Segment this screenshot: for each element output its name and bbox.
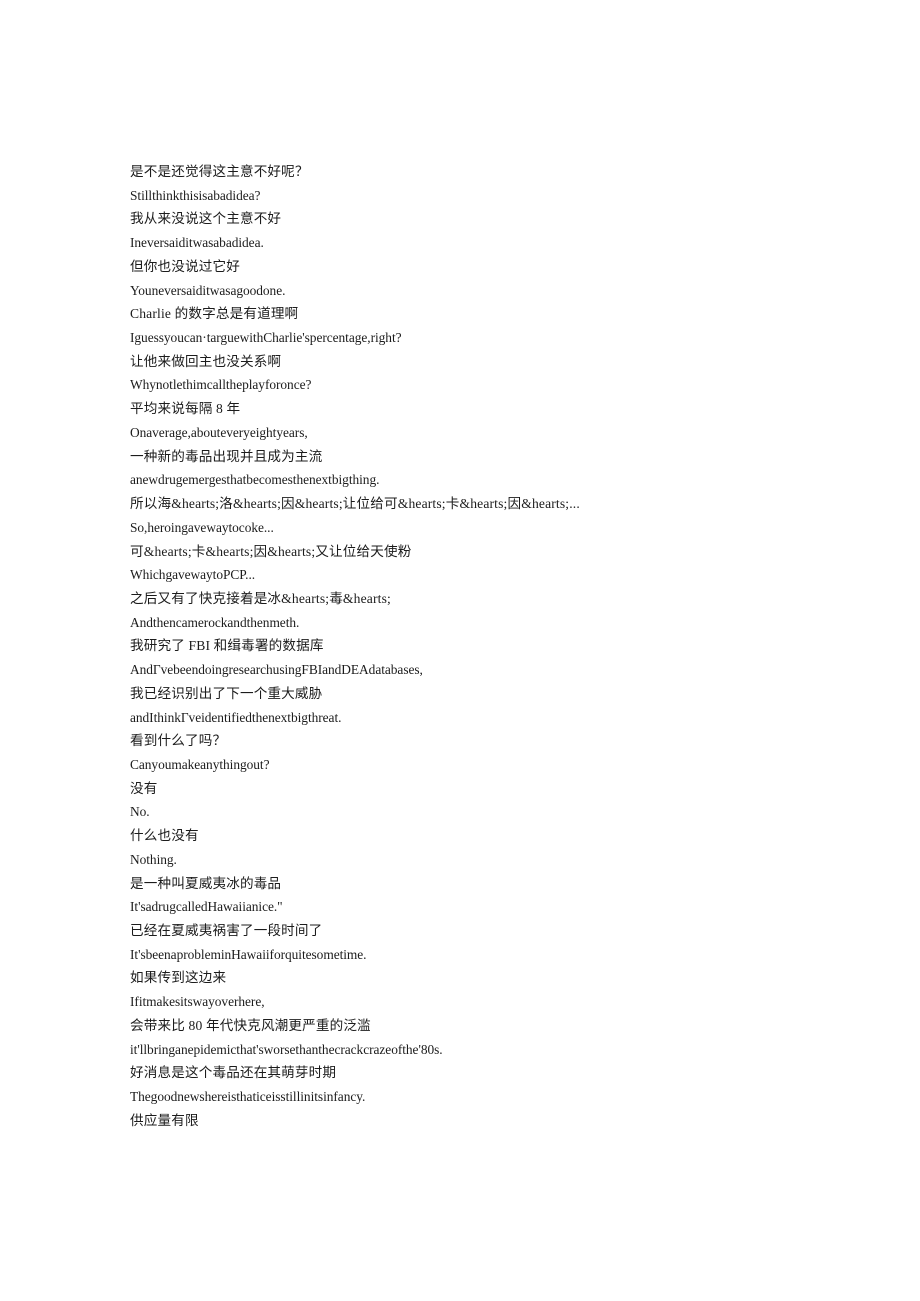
transcript-line: 我从来没说这个主意不好 (130, 211, 282, 227)
transcript-line: 我已经识别出了下一个重大威胁 (130, 685, 323, 701)
transcript-text-block: 是不是还觉得这主意不好呢？ Stillthinkthisisabadidea? 我从… (130, 160, 830, 1132)
transcript-line: 没有 (130, 780, 158, 796)
transcript-line: 让他来做回主也没关系啊 (130, 353, 282, 369)
transcript-line: WhichgavewaytoPCP... (130, 567, 256, 583)
transcript-line: Onaverage,abouteveryeightyears, (130, 424, 308, 440)
transcript-line: Whynotlethimcalltheplayforonce? (130, 377, 312, 393)
transcript-line: 一种新的毒品出现并且成为主流 (130, 448, 323, 464)
transcript-line: It'sadrugcalledHawaiianice." (130, 899, 283, 915)
transcript-line: Iguessyoucan·targuewithCharlie'spercenta… (130, 330, 402, 346)
transcript-line: Nothing. (130, 851, 177, 867)
transcript-line: 已经在夏威夷祸害了一段时间了 (130, 923, 323, 938)
transcript-line: 什么也没有 (130, 828, 199, 844)
transcript-line: 好消息是这个毒品还在其萌芽时期 (130, 1065, 337, 1081)
transcript-line: So,heroingavewaytocoke... (130, 519, 274, 535)
transcript-line: Thegoodnewshereisthaticeisstillinitsinfa… (130, 1089, 366, 1105)
transcript-line: 是一种叫夏威夷冰的毒品 (130, 875, 282, 891)
transcript-line: No. (130, 804, 150, 820)
transcript-line: anewdrugemergesthatbecomesthenextbigthin… (130, 472, 380, 488)
transcript-line: Youneversaiditwasagoodone. (130, 282, 286, 298)
transcript-line: Ifitmakesitswayoverhere, (130, 994, 265, 1010)
transcript-line: 但你也没说过它好 (130, 258, 240, 274)
transcript-line: Ineversaiditwasabadidea. (130, 235, 264, 251)
transcript-line: 所以海&hearts;洛&hearts;因&hearts;让位给可&hearts… (130, 496, 580, 512)
transcript-line: Andthencamerockandthenmeth. (130, 614, 300, 630)
transcript-line: 我研究了 FBI 和缉毒署的数据库 (130, 638, 324, 654)
transcript-line: 可&hearts;卡&hearts;因&hearts;又让位给天使粉 (130, 543, 412, 559)
transcript-line: 之后又有了快克接着是冰&hearts;毒&hearts; (130, 590, 391, 606)
transcript-line: 是不是还觉得这主意不好呢？ (130, 164, 309, 179)
transcript-line: Stillthinkthisisabadidea? (130, 187, 261, 203)
transcript-line: it'llbringanepidemicthat'sworsethanthecr… (130, 1041, 443, 1057)
transcript-line: 平均来说每隔 8 年 (130, 401, 241, 417)
transcript-line: Charlie 的数字总是有道理啊 (130, 306, 299, 322)
transcript-line: It'sbeenaprobleminHawaiiforquitesometime… (130, 946, 367, 962)
transcript-line: 如果传到这边来 (130, 970, 227, 986)
transcript-line: 看到什么了吗？ (130, 733, 227, 749)
document-page: 是不是还觉得这主意不好呢？ Stillthinkthisisabadidea? 我从… (0, 0, 920, 1301)
transcript-line: 会带来比 80 年代快克风潮更严重的泛滥 (130, 1017, 371, 1033)
transcript-line: AndΓvebeendoingresearchusingFBIandDEAdat… (130, 662, 423, 678)
transcript-line: andIthinkΓveidentifiedthenextbigthreat. (130, 709, 342, 725)
transcript-line: Canyoumakeanythingout? (130, 756, 270, 772)
transcript-line: 供应量有限 (130, 1112, 199, 1128)
